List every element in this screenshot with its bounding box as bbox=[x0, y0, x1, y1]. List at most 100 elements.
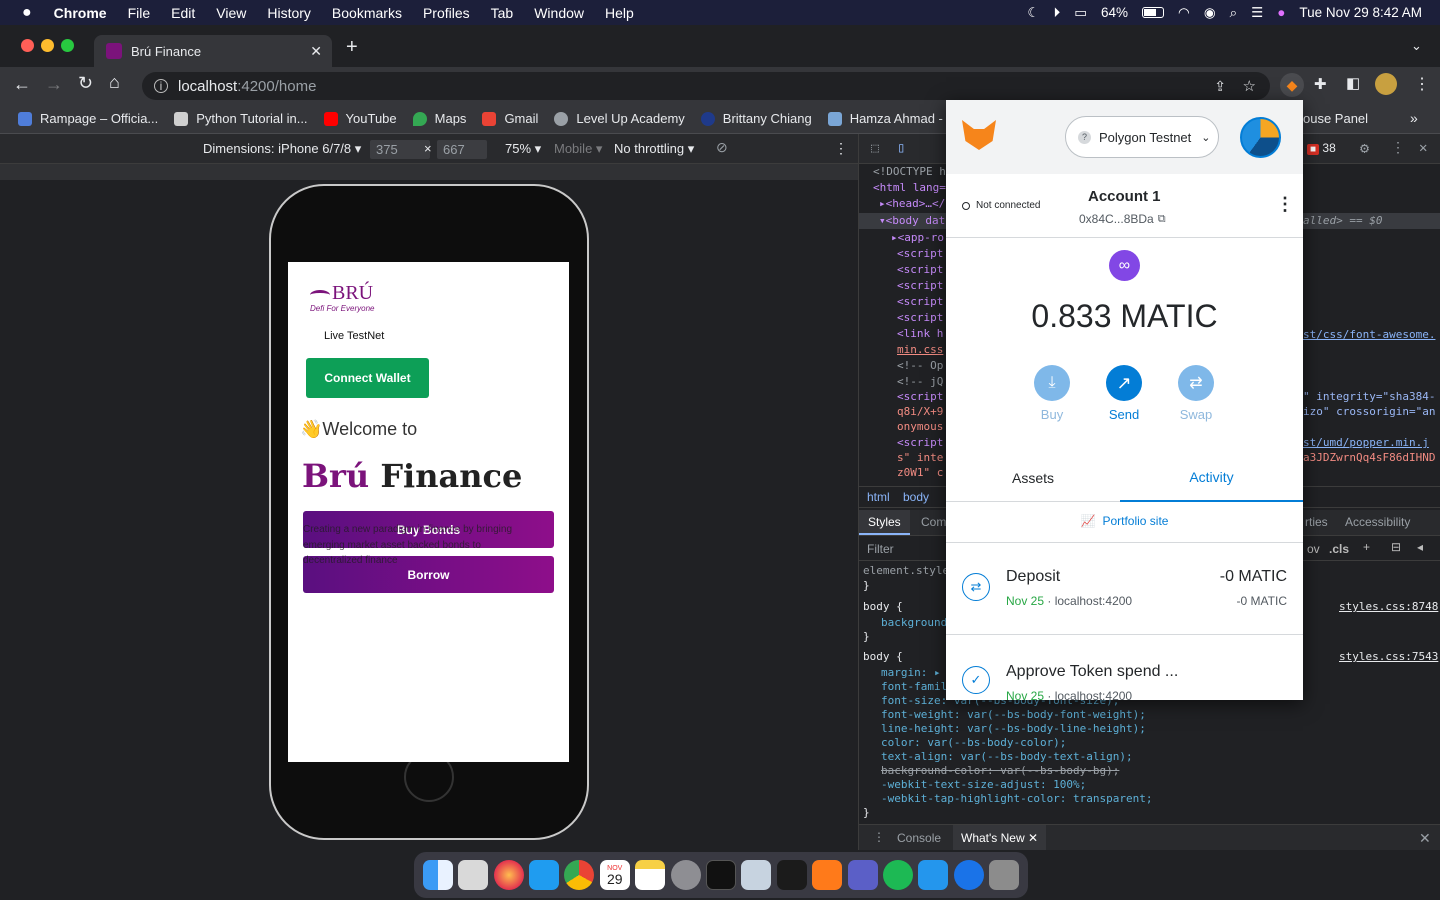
dom-line[interactable]: <!-- jQ bbox=[897, 375, 943, 388]
bookmark-python-tutorial[interactable]: Python Tutorial in... bbox=[174, 111, 308, 126]
tab-assets[interactable]: Assets bbox=[946, 454, 1120, 502]
send-action-button[interactable]: ↗ bbox=[1106, 365, 1142, 401]
swap-action-button[interactable]: ⇄ bbox=[1178, 365, 1214, 401]
buy-action-button[interactable]: ⤓ bbox=[1034, 365, 1070, 401]
dom-line[interactable]: onymous bbox=[897, 420, 943, 433]
siri-icon[interactable]: ● bbox=[1277, 5, 1285, 20]
bookmark-level-up-academy[interactable]: Level Up Academy bbox=[554, 111, 685, 126]
breadcrumb-html[interactable]: html bbox=[867, 490, 890, 504]
tab-styles[interactable]: Styles bbox=[859, 510, 910, 535]
dom-line[interactable]: <script bbox=[897, 279, 943, 292]
metamask-extension-icon[interactable]: ◆ bbox=[1280, 73, 1304, 97]
dom-line[interactable]: ▸<head>…</ bbox=[879, 197, 945, 210]
back-icon[interactable]: ← bbox=[13, 74, 31, 95]
zoom-window-icon[interactable] bbox=[61, 39, 74, 52]
maps-pin-icon[interactable] bbox=[953, 860, 984, 890]
breadcrumb-body[interactable]: body bbox=[903, 490, 929, 504]
metamask-fox-icon[interactable] bbox=[962, 120, 996, 150]
style-decl[interactable]: -webkit-text-size-adjust: 100%; bbox=[881, 778, 1086, 791]
menu-help[interactable]: Help bbox=[605, 5, 634, 21]
chrome-icon[interactable] bbox=[564, 860, 595, 890]
menubar-app-name[interactable]: Chrome bbox=[54, 5, 107, 21]
firefox-icon[interactable] bbox=[493, 860, 524, 890]
menubar-clock[interactable]: Tue Nov 29 8:42 AM bbox=[1299, 5, 1422, 20]
menu-bookmarks[interactable]: Bookmarks bbox=[332, 5, 402, 21]
close-tab-icon[interactable]: ✕ bbox=[310, 43, 322, 60]
mongodb-icon[interactable] bbox=[776, 860, 807, 890]
notes-icon[interactable] bbox=[635, 860, 666, 890]
trash-icon[interactable] bbox=[989, 860, 1020, 890]
close-drawer-tab-icon[interactable]: ✕ bbox=[1028, 831, 1038, 845]
share-icon[interactable]: ⇪ bbox=[1214, 78, 1226, 95]
activity-item[interactable]: ✓ Approve Token spend ... Nov 25 · local… bbox=[946, 636, 1303, 700]
dom-line[interactable]: <script bbox=[897, 247, 943, 260]
bookmark-rampage[interactable]: Rampage – Officia... bbox=[18, 111, 158, 126]
element-style-selector[interactable]: element.style bbox=[863, 564, 949, 577]
dom-line[interactable]: <script bbox=[897, 390, 943, 403]
user-icon[interactable]: ◉ bbox=[1204, 5, 1216, 21]
control-center-icon[interactable]: ☰ bbox=[1251, 5, 1263, 21]
cls-toggle[interactable]: .cls bbox=[1329, 542, 1349, 556]
drawer-tab-whats-new[interactable]: What's New ✕ bbox=[953, 825, 1047, 850]
wifi-icon[interactable]: ◠ bbox=[1178, 5, 1190, 21]
tab-activity[interactable]: Activity bbox=[1120, 454, 1303, 502]
sidepanel-icon[interactable]: ◧ bbox=[1346, 74, 1360, 92]
computed-styles-icon[interactable]: ⊟ bbox=[1391, 540, 1401, 554]
style-decl-overridden[interactable]: background-color: var(--bs-body-bg); bbox=[881, 764, 1119, 777]
dimensions-dropdown[interactable]: Dimensions: iPhone 6/7/8 ▾ bbox=[203, 141, 361, 157]
dom-line[interactable]: <!-- Op bbox=[897, 359, 943, 372]
drawer-tab-console[interactable]: Console bbox=[897, 831, 941, 845]
forward-icon[interactable]: → bbox=[45, 74, 63, 95]
tab-properties[interactable]: rties bbox=[1305, 515, 1328, 529]
issues-badge[interactable]: ■ 38 bbox=[1307, 141, 1336, 155]
profile-avatar[interactable] bbox=[1375, 73, 1397, 95]
dom-line[interactable]: z0W1" c bbox=[897, 466, 943, 479]
rule1-prop[interactable]: background bbox=[881, 616, 947, 629]
bookmark-mouse-panel[interactable]: ouse Panel bbox=[1303, 111, 1368, 126]
rule1-selector[interactable]: body { bbox=[863, 600, 903, 613]
finder-icon[interactable] bbox=[422, 860, 453, 890]
bookmark-maps[interactable]: Maps bbox=[412, 111, 466, 126]
minimize-window-icon[interactable] bbox=[41, 39, 54, 52]
site-info-icon[interactable]: i bbox=[154, 79, 168, 93]
sublime-icon[interactable] bbox=[812, 860, 843, 890]
kebab-menu-icon[interactable]: ⋮ bbox=[1414, 74, 1430, 94]
system-preferences-icon[interactable] bbox=[670, 860, 701, 890]
extensions-icon[interactable]: ✚ bbox=[1314, 75, 1327, 93]
tab-search-icon[interactable]: ⌄ bbox=[1411, 38, 1422, 54]
menu-file[interactable]: File bbox=[128, 5, 151, 21]
style-decl[interactable]: margin: ▸ 0 bbox=[881, 666, 954, 679]
dom-line[interactable]: <script bbox=[897, 436, 943, 449]
docker-icon[interactable] bbox=[918, 860, 949, 890]
tab-bru-finance[interactable]: Brú Finance ✕ bbox=[94, 35, 332, 67]
battery-icon[interactable] bbox=[1142, 7, 1165, 18]
bookmarks-overflow-icon[interactable]: » bbox=[1410, 110, 1418, 126]
rule2-source[interactable]: styles.css:7543 bbox=[1339, 650, 1438, 663]
tab-accessibility[interactable]: Accessibility bbox=[1345, 515, 1410, 529]
menu-window[interactable]: Window bbox=[534, 5, 584, 21]
calendar-icon[interactable]: NOV 29 bbox=[599, 860, 630, 890]
style-decl[interactable]: line-height: var(--bs-body-line-height); bbox=[881, 722, 1146, 735]
zoom-dropdown[interactable]: 75% ▾ bbox=[505, 141, 541, 157]
play-icon[interactable]: ⏵ bbox=[1053, 5, 1060, 21]
menu-edit[interactable]: Edit bbox=[171, 5, 195, 21]
vscode-icon[interactable] bbox=[528, 860, 559, 890]
bookmark-hamza-ahmad[interactable]: Hamza Ahmad - F bbox=[827, 111, 954, 126]
width-input[interactable]: 375 bbox=[370, 140, 430, 159]
new-tab-icon[interactable]: + bbox=[346, 36, 358, 59]
dom-line[interactable]: ▸<app-ro bbox=[891, 231, 944, 244]
account-name[interactable]: Account 1 bbox=[1088, 188, 1161, 205]
hov-toggle[interactable]: ov bbox=[1307, 542, 1320, 556]
dom-line[interactable]: min.css bbox=[897, 343, 943, 356]
rotate-icon[interactable]: ⊘ bbox=[716, 139, 728, 156]
portfolio-link[interactable]: 📈 Portfolio site bbox=[946, 514, 1303, 528]
account-address[interactable]: 0x84C...8BDa ⧉ bbox=[1079, 212, 1166, 226]
dom-line[interactable]: <html lang= bbox=[873, 181, 946, 194]
connect-wallet-button[interactable]: Connect Wallet bbox=[306, 358, 429, 398]
address-bar[interactable]: i localhost :4200/home ⇪ ☆ bbox=[142, 72, 1270, 100]
menu-view[interactable]: View bbox=[216, 5, 246, 21]
dom-line[interactable]: q8i/X+9 bbox=[897, 405, 943, 418]
dom-line[interactable]: <!DOCTYPE h bbox=[873, 165, 946, 178]
preview-icon[interactable] bbox=[741, 860, 772, 890]
dom-line[interactable]: <script bbox=[897, 311, 943, 324]
